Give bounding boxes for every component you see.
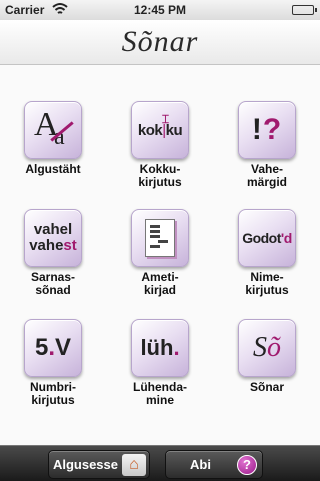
status-bar: Carrier 12:45 PM [0, 0, 320, 21]
tile-kokkukirjutus[interactable]: kok|ku ⌶ Kokku- kirjutus [114, 101, 206, 201]
abbreviation-icon: lüh. [131, 319, 189, 377]
home-button-label: Algusesse [52, 457, 119, 472]
tile-label: Lühenda- mine [133, 380, 187, 407]
battery-icon [292, 5, 317, 15]
tile-nimekirjutus[interactable]: Godot'd Nime- kirjutus [221, 209, 313, 309]
app-header: Sõnar [0, 20, 320, 65]
tile-label: Kokku- kirjutus [138, 162, 182, 189]
godot-icon: Godot'd [238, 209, 296, 267]
tile-label: Sarnas- sõnad [30, 270, 76, 297]
tile-luhendamine[interactable]: lüh. Lühenda- mine [114, 319, 206, 419]
home-icon: ⌂ [122, 453, 146, 476]
tile-sonar[interactable]: Sõ Sõnar [221, 319, 313, 419]
tile-label: Sõnar [249, 380, 284, 394]
help-button-label: Abi [190, 457, 211, 472]
menu-grid: Aa Algustäht kok|ku ⌶ Kokku- kirjutus !? … [0, 65, 320, 445]
lowercase-a-icon: Aa [24, 101, 82, 159]
tile-ametikirjad[interactable]: Ameti- kirjad [114, 209, 206, 309]
tile-label: Nime- kirjutus [245, 270, 289, 297]
app-logo: Sõnar [0, 20, 320, 64]
tile-label: Numbri- kirjutus [30, 380, 76, 407]
tile-numbrikirjutus[interactable]: 5.V Numbri- kirjutus [7, 319, 99, 419]
tile-algustaht[interactable]: Aa Algustäht [7, 101, 99, 201]
bottom-toolbar: Algusesse ⌂ Abi ? [0, 445, 320, 481]
tile-sarnassonad[interactable]: vahel vahest Sarnas- sõnad [7, 209, 99, 309]
logo-text: Sõnar [121, 25, 199, 58]
tile-label: Algustäht [25, 162, 81, 176]
number-icon: 5.V [24, 319, 82, 377]
sonar-logo-icon: Sõ [238, 319, 296, 377]
kokku-icon: kok|ku ⌶ [131, 101, 189, 159]
home-button[interactable]: Algusesse ⌂ [48, 450, 150, 479]
tile-label: Ameti- kirjad [141, 270, 179, 297]
vahel-vahest-icon: vahel vahest [24, 209, 82, 267]
tile-label: Vahe- märgid [246, 162, 287, 189]
help-icon: ? [235, 454, 259, 476]
punctuation-icon: !? [238, 101, 296, 159]
help-button[interactable]: Abi ? [165, 450, 263, 479]
status-time: 12:45 PM [133, 3, 187, 17]
tile-vahemargid[interactable]: !? Vahe- märgid [221, 101, 313, 201]
document-icon [131, 209, 189, 267]
